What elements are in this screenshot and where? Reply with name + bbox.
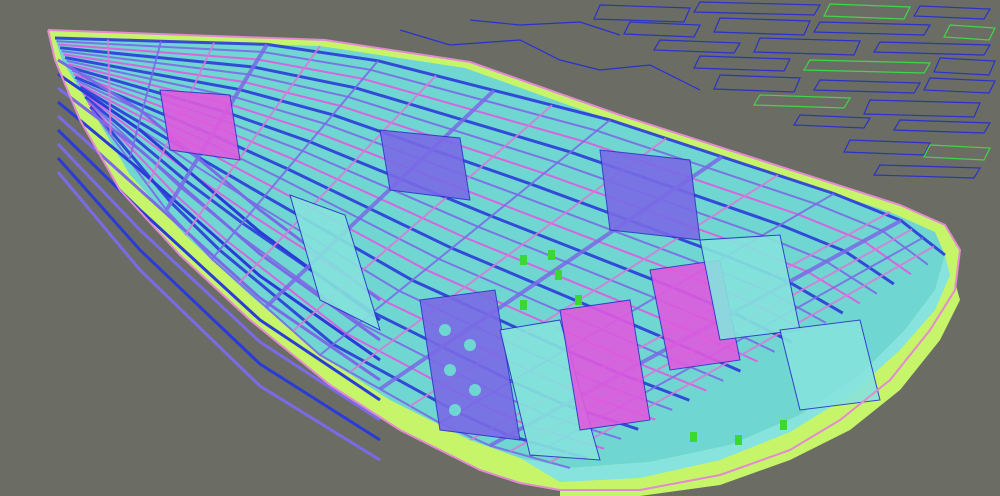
bracket [520, 255, 527, 265]
bracket [735, 435, 742, 445]
bulkhead-panel [599, 149, 701, 241]
lightening-hole [469, 384, 481, 396]
bracket [690, 432, 697, 442]
lightening-hole [449, 404, 461, 416]
bracket [575, 295, 582, 305]
bulkhead-panel [159, 89, 241, 161]
bracket [780, 420, 787, 430]
bracket [520, 300, 527, 310]
lightening-hole [464, 339, 476, 351]
bracket [555, 270, 562, 280]
3d-viewport[interactable] [0, 0, 1000, 496]
lightening-hole [444, 364, 456, 376]
bulkhead-panel [379, 129, 471, 201]
bracket [548, 250, 555, 260]
lightening-hole [439, 324, 451, 336]
